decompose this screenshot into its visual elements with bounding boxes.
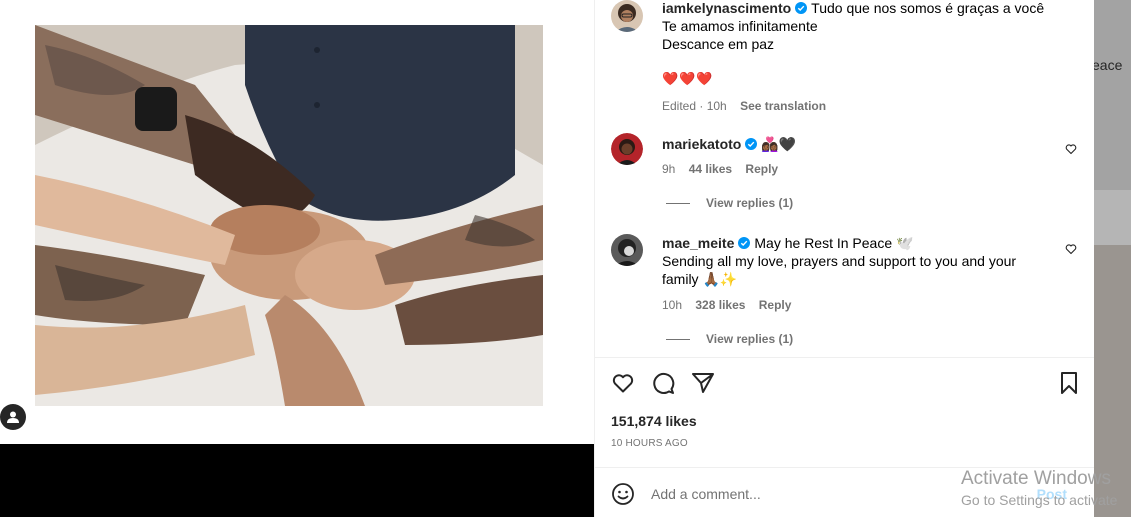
view-replies-label: View replies (1) <box>706 196 794 210</box>
background-page-edge: eace <box>1094 0 1131 517</box>
activate-windows-subtitle: Go to Settings to activate <box>961 492 1118 508</box>
instagram-post-modal: iamkelynascimento Tudo que nos somos é gr… <box>0 0 1131 517</box>
view-replies-button[interactable]: View replies (1) <box>666 196 793 210</box>
caption-line-2: Te amamos infinitamente <box>662 18 818 34</box>
background-block <box>1094 0 1131 190</box>
reply-button[interactable]: Reply <box>759 298 792 312</box>
caption-username[interactable]: iamkelynascimento <box>662 0 791 16</box>
reply-button[interactable]: Reply <box>745 162 778 176</box>
background-block <box>1094 190 1131 245</box>
comment-likes[interactable]: 44 likes <box>689 162 732 176</box>
verified-badge-icon <box>738 237 751 249</box>
comment-username[interactable]: mae_meite <box>662 235 734 251</box>
action-bar <box>611 371 1081 395</box>
bookmark-icon[interactable] <box>1057 371 1081 395</box>
likes-count[interactable]: 151,874 likes <box>611 413 697 429</box>
caption-line-3: Descance em paz <box>662 36 775 52</box>
divider <box>595 357 1095 358</box>
comment-likes[interactable]: 328 likes <box>695 298 745 312</box>
view-replies-button[interactable]: View replies (1) <box>666 332 793 346</box>
verified-badge-icon <box>795 2 808 14</box>
comment-icon[interactable] <box>651 371 675 395</box>
avatar[interactable] <box>611 133 643 165</box>
comment-time: 9h <box>662 162 676 176</box>
comment-username[interactable]: mariekatoto <box>662 136 741 152</box>
comment-item: mae_meite May he Rest In Peace 🕊️ Sending… <box>611 234 1081 324</box>
comment-text-line-3: family 🙏🏾✨ <box>662 271 738 287</box>
comment-time: 10h <box>662 298 683 312</box>
caption-line-1: Tudo que nos somos é graças a você <box>811 0 1045 16</box>
avatar[interactable] <box>611 234 643 266</box>
avatar[interactable] <box>611 0 643 32</box>
background-text: eace <box>1094 57 1123 73</box>
comment-text-line-2: Sending all my love, prayers and support… <box>662 253 1017 269</box>
smiley-icon[interactable] <box>611 482 635 506</box>
view-replies-line <box>666 202 690 204</box>
share-icon[interactable] <box>691 371 715 395</box>
comment-like-heart-icon[interactable] <box>1065 243 1077 255</box>
post-photo[interactable] <box>35 25 543 406</box>
activate-windows-title: Activate Windows <box>961 468 1111 489</box>
post-photo-illustration <box>35 25 543 406</box>
media-column <box>0 0 594 517</box>
caption-emojis: ❤️❤️❤️ <box>662 71 714 86</box>
comment-text: 👩🏾‍❤️‍👩🏾🖤 <box>761 136 797 152</box>
post-timestamp[interactable]: 10 HOURS AGO <box>611 438 688 449</box>
view-replies-label: View replies (1) <box>706 332 794 346</box>
caption-edited-time: Edited · 10h <box>662 99 727 113</box>
post-side-panel: iamkelynascimento Tudo que nos somos é gr… <box>594 0 1095 517</box>
see-translation-link[interactable]: See translation <box>740 99 826 113</box>
media-bottom-bar <box>0 444 594 517</box>
caption-item: iamkelynascimento Tudo que nos somos é gr… <box>611 0 1081 116</box>
heart-icon[interactable] <box>611 371 635 395</box>
verified-badge-icon <box>745 138 758 150</box>
comment-like-heart-icon[interactable] <box>1065 143 1077 155</box>
view-replies-line <box>666 338 690 340</box>
comments-list[interactable]: iamkelynascimento Tudo que nos somos é gr… <box>595 0 1095 358</box>
user-tag-icon[interactable] <box>0 404 26 430</box>
comment-text-line-1: May he Rest In Peace 🕊️ <box>754 235 914 251</box>
